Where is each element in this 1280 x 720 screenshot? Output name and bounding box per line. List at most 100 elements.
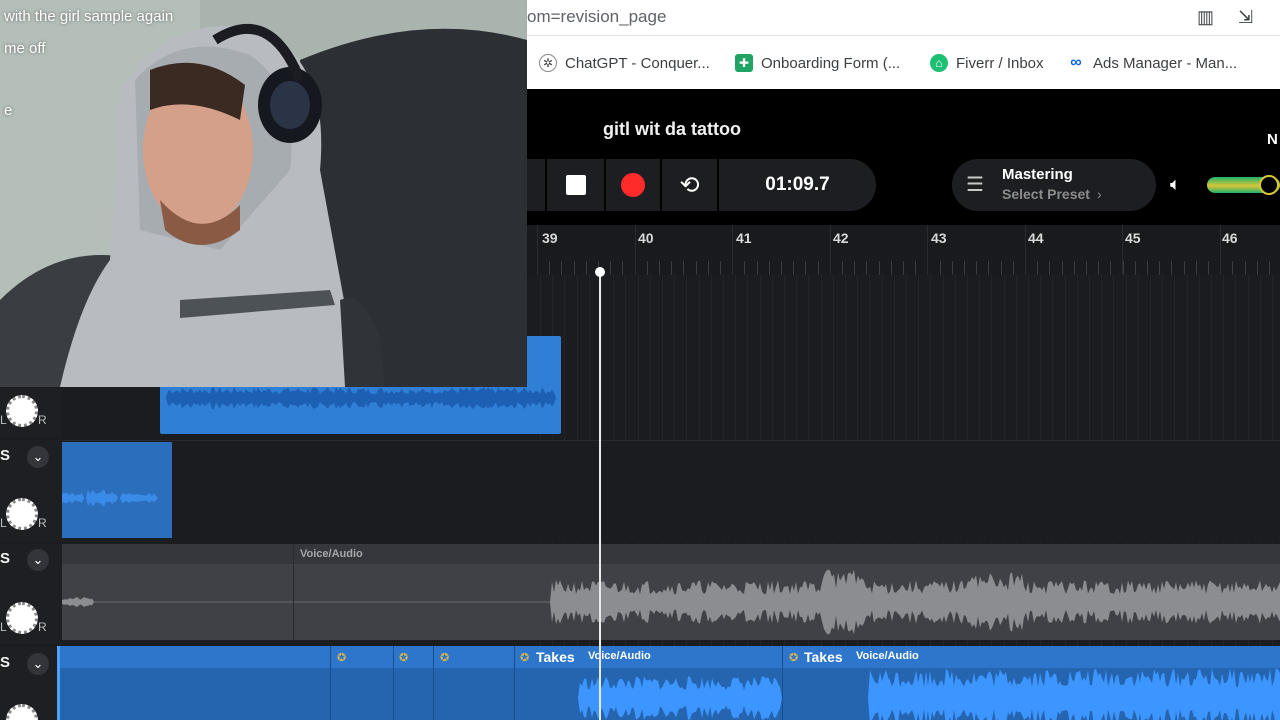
stop-button[interactable] [547,159,604,211]
ruler-tick [1037,261,1038,275]
ruler-tick [647,261,648,275]
audio-clip-voice-grey[interactable]: Voice/Audio [62,544,1280,640]
ruler-tick [793,261,794,275]
ruler-tick [574,261,575,275]
ruler-tick [1208,261,1209,275]
track-controls-3: S ⌄ [0,646,62,720]
ruler-tick [940,261,941,275]
ruler-tick [622,261,623,275]
mastering-button[interactable]: ☰ Mastering Select Preset › [952,159,1156,211]
pan-left-label: L [0,516,7,530]
ruler-bar-line [829,225,831,275]
ruler-tick [1001,261,1002,275]
url-text: om=revision_page [527,7,667,26]
bookmark-chatgpt[interactable]: ✲ ChatGPT - Conquer... [539,52,710,74]
clip-divider [293,544,294,640]
waveform [62,489,172,507]
chevron-down-icon[interactable]: ⌄ [27,549,49,571]
fiverr-icon: ⌂ [930,54,948,72]
ruler-tick [1110,261,1111,275]
transport-bar: ⟲ 01:09.7 [527,159,876,211]
volume-slider-handle[interactable] [1259,175,1280,195]
ruler-tick [976,261,977,275]
ruler-tick [586,261,587,275]
solo-button[interactable]: S [0,447,10,464]
bookmark-fiverr[interactable]: ⌂ Fiverr / Inbox [930,52,1044,74]
ruler-tick [671,261,672,275]
bookmark-label: Onboarding Form (... [761,54,901,72]
webcam-person-image [0,0,527,387]
ruler-tick [1049,261,1050,275]
bar-number: 46 [1222,230,1238,246]
bar-number: 42 [833,230,849,246]
solo-button[interactable]: S [0,654,10,671]
ruler-bar-line [537,225,538,275]
bar-number: 43 [931,230,947,246]
ruler-bar-line [1024,225,1026,275]
screen: L R S ⌄ L R S ⌄ L R Voice/Audio S ⌄ ✪ ✪ … [0,0,1280,720]
speaker-icon[interactable]: 🔈︎ [1170,174,1181,195]
pan-right-label: R [38,413,47,427]
audio-clip-takes[interactable]: ✪ ✪ ✪ ✪ Takes Voice/Audio ✪ Takes Voice/… [57,646,1280,720]
ruler-tick [720,261,721,275]
chat-message: e [4,102,13,119]
webcam-overlay: with the girl sample again me off e [0,0,527,387]
ruler-tick [757,261,758,275]
solo-button[interactable]: S [0,550,10,567]
bookmark-label: Ads Manager - Man... [1093,54,1238,72]
ruler-tick [1257,261,1258,275]
piano-icon[interactable]: ▥ [1197,7,1214,28]
loop-button[interactable]: ⟲ [662,159,717,211]
bookmark-label: ChatGPT - Conquer... [565,54,710,72]
ruler-tick [659,261,660,275]
ruler-bar-line [634,225,636,275]
ruler-tick [781,261,782,275]
record-button[interactable] [606,159,660,211]
ruler-tick [1245,261,1246,275]
pan-knob[interactable] [6,498,38,530]
chevron-down-icon[interactable]: ⌄ [27,653,49,675]
meta-icon: ∞ [1070,54,1082,71]
bookmark-onboarding[interactable]: ✚ Onboarding Form (... [735,52,900,74]
ruler-tick [1147,261,1148,275]
bar-number: 41 [736,230,752,246]
chevron-down-icon[interactable]: ⌄ [27,446,49,468]
clip-label: Voice/Audio [300,548,363,560]
audio-clip-short[interactable] [62,442,172,538]
project-title[interactable]: gitl wit da tattoo [603,119,741,140]
ruler-bar-line [1122,225,1123,275]
ruler-tick [952,261,953,275]
sheets-icon: ✚ [735,54,753,72]
ruler-tick [903,261,904,275]
ruler-tick [842,261,843,275]
ruler-tick [549,261,550,275]
chat-message: me off [4,40,46,57]
loop-icon: ⟲ [679,171,700,199]
daw-header: gitl wit da tattoo N ⟲ 01:09.7 ☰ Masteri… [527,89,1280,225]
pan-knob[interactable] [6,395,38,427]
playhead-handle[interactable] [595,267,605,277]
download-icon[interactable]: ⇲ [1238,7,1253,28]
play-button-edge[interactable] [527,159,545,211]
ruler-tick [1232,261,1233,275]
record-icon [621,173,645,197]
timeline-ruler[interactable]: 39 40 41 42 43 44 45 46 [527,225,1280,275]
pan-knob[interactable] [6,602,38,634]
ruler-tick [1013,261,1014,275]
track-controls-2: S ⌄ L R [0,544,62,644]
sliders-icon: ☰ [966,174,984,196]
ruler-tick [1123,261,1124,275]
track-controls-0: L R [0,387,62,437]
ruler-tick [805,261,806,275]
header-label: N [1267,131,1278,148]
mastering-title: Mastering [1002,166,1073,183]
bookmark-ads-manager[interactable]: ∞ Ads Manager - Man... [1067,52,1237,74]
ruler-tick [1086,261,1087,275]
bar-number: 44 [1028,230,1044,246]
pan-knob[interactable] [6,704,38,720]
address-bar[interactable]: om=revision_page ▥ ⇲ [527,0,1280,36]
ruler-tick [964,261,965,275]
ruler-tick [1184,261,1185,275]
clip-header [62,544,1280,564]
playhead[interactable] [599,272,601,720]
